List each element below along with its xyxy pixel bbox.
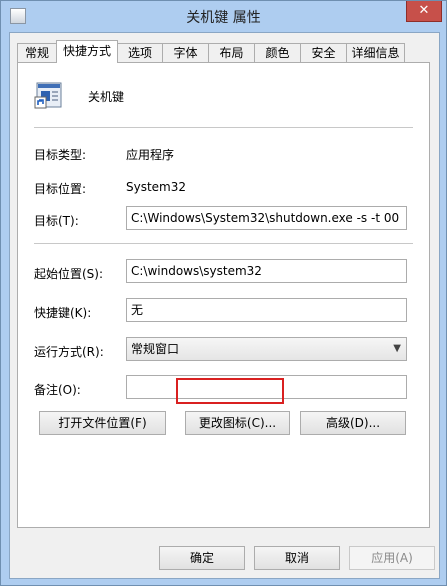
tab-details[interactable]: 详细信息 [346,43,405,62]
shortcut-panel: 关机键 目标类型: 应用程序 目标位置: System32 目标(T): C:\… [17,62,430,528]
tab-general[interactable]: 常规 [17,43,57,62]
divider [34,243,413,244]
advanced-button[interactable]: 高级(D)... [300,411,406,435]
tab-font[interactable]: 字体 [162,43,209,62]
target-type-label: 目标类型: [34,148,87,162]
dialog-client: 常规 快捷方式 选项 字体 布局 颜色 安全 详细信息 关机键 目标类型: 应用… [9,32,440,579]
tab-options[interactable]: 选项 [117,43,163,62]
target-location-label: 目标位置: [34,182,87,196]
change-icon-button[interactable]: 更改图标(C)... [185,411,290,435]
target-location-value: System32 [126,180,187,194]
target-label: 目标(T): [34,214,79,228]
properties-window: 关机键 属性 ✕ 常规 快捷方式 选项 字体 布局 颜色 安全 详细信息 关机键… [0,0,447,586]
run-select[interactable]: 常规窗口 ▼ [126,337,407,361]
shortcut-app-icon [34,82,62,109]
window-title: 关机键 属性 [186,10,261,26]
close-button[interactable]: ✕ [406,1,442,22]
tab-strip: 常规 快捷方式 选项 字体 布局 颜色 安全 详细信息 [17,40,435,63]
tab-security[interactable]: 安全 [300,43,347,62]
start-in-input[interactable]: C:\windows\system32 [126,259,407,283]
tab-layout[interactable]: 布局 [208,43,255,62]
open-file-location-button[interactable]: 打开文件位置(F) [39,411,166,435]
chevron-down-icon: ▼ [393,343,401,354]
target-input[interactable]: C:\Windows\System32\shutdown.exe -s -t 0… [126,206,407,230]
run-select-value: 常规窗口 [131,342,180,356]
shortcut-name: 关机键 [88,90,125,104]
cancel-button[interactable]: 取消 [254,546,340,570]
tab-colors[interactable]: 颜色 [254,43,301,62]
ok-button[interactable]: 确定 [159,546,245,570]
tab-shortcut[interactable]: 快捷方式 [56,40,118,63]
divider [34,127,413,128]
comment-input[interactable] [126,375,407,399]
start-in-label: 起始位置(S): [34,267,104,281]
run-label: 运行方式(R): [34,345,104,359]
target-type-value: 应用程序 [126,148,175,162]
apply-button[interactable]: 应用(A) [349,546,435,570]
comment-label: 备注(O): [34,383,81,397]
shortcut-key-label: 快捷键(K): [34,306,92,320]
shortcut-key-input[interactable]: 无 [126,298,407,322]
